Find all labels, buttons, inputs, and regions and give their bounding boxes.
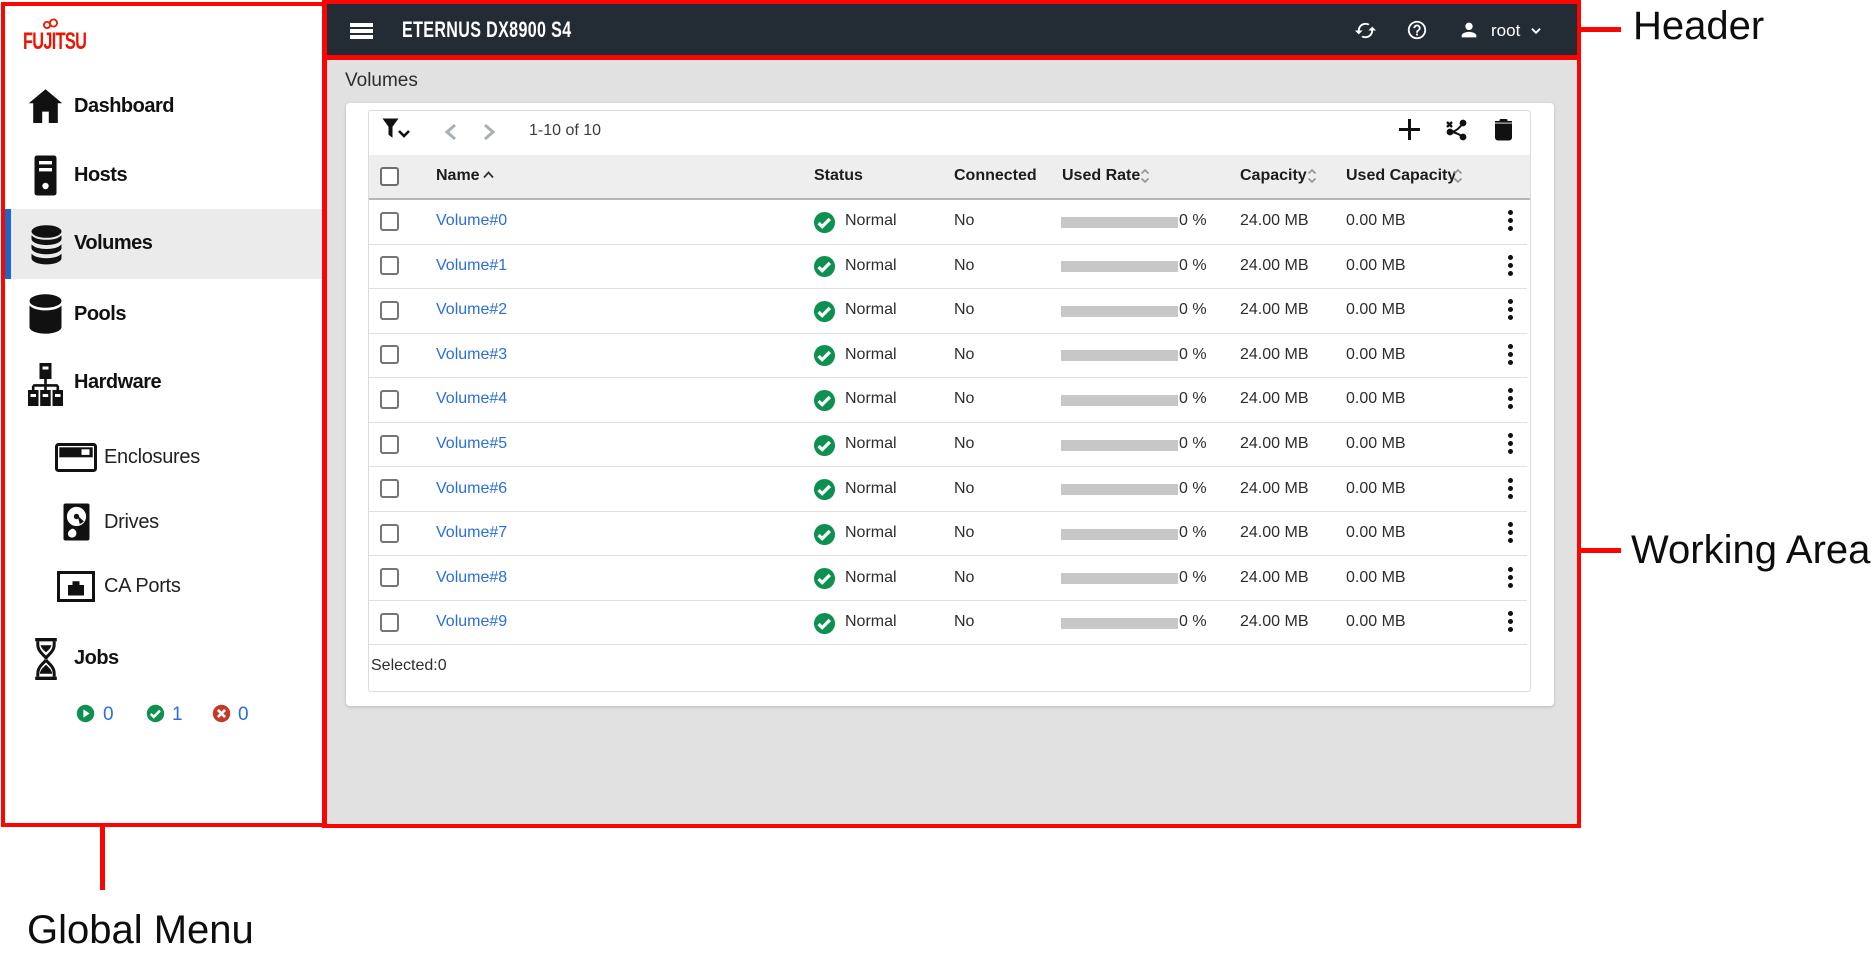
svg-text:FUJITSU: FUJITSU	[23, 28, 86, 52]
